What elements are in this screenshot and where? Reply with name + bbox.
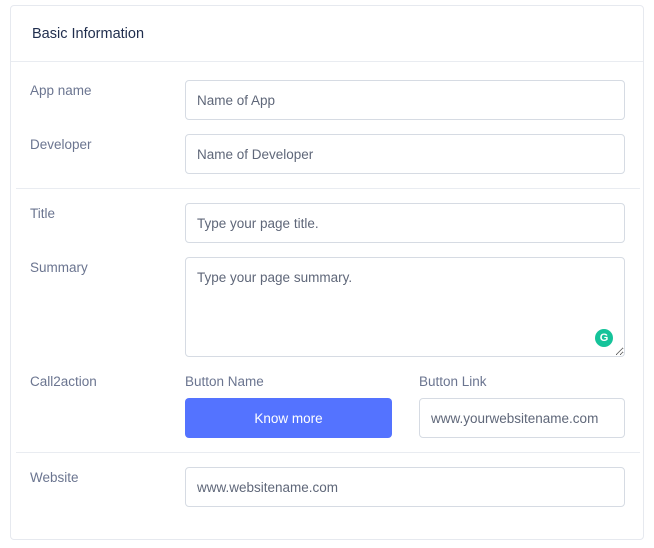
basic-information-card: Basic Information App name Developer Tit…	[10, 5, 644, 540]
button-link-label: Button Link	[419, 374, 487, 389]
section-divider	[16, 188, 640, 189]
summary-label: Summary	[30, 260, 88, 275]
developer-input[interactable]	[185, 134, 625, 174]
grammarly-icon[interactable]: G	[595, 329, 613, 347]
card-title: Basic Information	[32, 26, 145, 42]
know-more-button[interactable]: Know more	[185, 398, 392, 438]
summary-textarea[interactable]	[185, 257, 625, 357]
app-name-input[interactable]	[185, 80, 625, 120]
website-label: Website	[30, 470, 79, 485]
call2action-label: Call2action	[30, 374, 97, 389]
card-header: Basic Information	[11, 6, 643, 62]
app-name-label: App name	[30, 83, 92, 98]
button-link-input[interactable]	[419, 398, 625, 438]
title-label: Title	[30, 206, 56, 221]
developer-label: Developer	[30, 137, 92, 152]
title-input[interactable]	[185, 203, 625, 243]
website-input[interactable]	[185, 467, 625, 507]
button-name-label: Button Name	[185, 374, 264, 389]
section-divider	[16, 452, 640, 453]
